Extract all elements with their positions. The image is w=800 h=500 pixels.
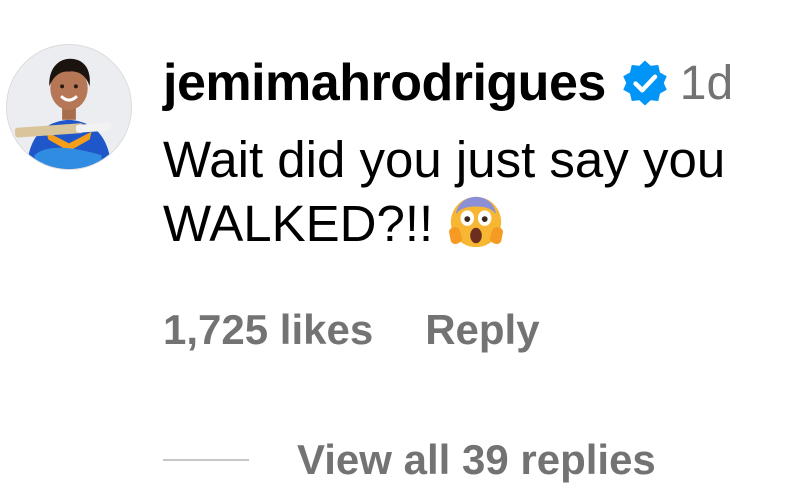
comment-actions: 1,725 likes Reply — [163, 300, 540, 360]
divider — [163, 459, 249, 461]
username[interactable]: jemimahrodrigues — [163, 53, 606, 113]
face-screaming-in-fear-emoji — [447, 193, 505, 251]
view-replies-button[interactable]: View all 39 replies — [297, 436, 656, 484]
avatar[interactable] — [6, 44, 132, 170]
comment-body: Wait did you just say you WALKED?!! — [163, 128, 793, 256]
avatar-image — [7, 45, 131, 169]
comment-text: Wait did you just say you WALKED?!! — [163, 131, 726, 252]
timestamp[interactable]: 1d — [680, 56, 733, 111]
view-replies[interactable]: View all 39 replies — [163, 430, 656, 490]
verified-badge-icon — [620, 58, 670, 108]
likes-count[interactable]: 1,725 likes — [163, 306, 373, 354]
reply-button[interactable]: Reply — [425, 306, 539, 354]
comment-header: jemimahrodrigues 1d — [163, 48, 733, 118]
comment: jemimahrodrigues 1d Wait did you just sa… — [0, 0, 800, 500]
